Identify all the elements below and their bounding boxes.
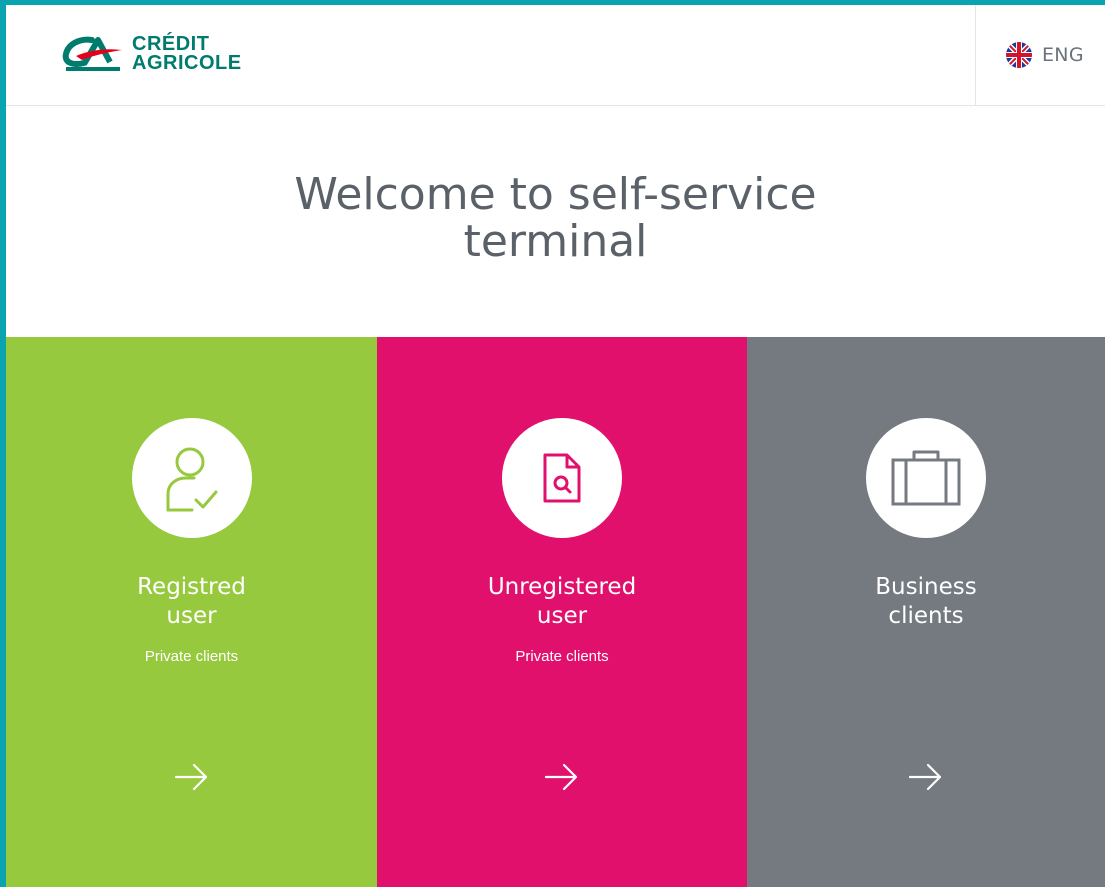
welcome-line-2: terminal bbox=[463, 216, 648, 267]
tile-icon-circle bbox=[131, 418, 252, 538]
arrow-right-icon bbox=[174, 763, 207, 791]
document-search-icon bbox=[543, 453, 581, 503]
tile-subtitle: Private clients bbox=[144, 648, 239, 665]
welcome-heading: Welcome to self-service terminal bbox=[6, 171, 1105, 265]
user-check-icon bbox=[166, 447, 217, 512]
tile-title-line-1: Registred bbox=[137, 574, 246, 600]
tile-title-line-2: user bbox=[166, 603, 217, 629]
language-label: ENG bbox=[1042, 44, 1084, 66]
ca-logo-icon bbox=[62, 36, 122, 71]
briefcase-icon bbox=[891, 450, 961, 506]
arrow-right-icon bbox=[544, 763, 578, 791]
uk-flag-icon bbox=[1006, 42, 1032, 68]
logo-line-2: AGRICOLE bbox=[132, 52, 242, 74]
tile-icon-circle bbox=[502, 418, 622, 538]
tile-title-line-1: Business bbox=[875, 574, 977, 600]
tile-title: Registred user bbox=[6, 573, 377, 631]
tile-title-line-1: Unregistered bbox=[487, 574, 637, 600]
tile-title: Unregistered user bbox=[377, 573, 747, 631]
client-type-tiles: Registred user Private clients Unregiste… bbox=[6, 337, 1105, 887]
language-selector[interactable]: ENG bbox=[975, 5, 1105, 105]
tile-registered-user[interactable]: Registred user Private clients bbox=[6, 337, 377, 887]
tile-icon-circle bbox=[866, 418, 986, 538]
tile-title-line-2: clients bbox=[888, 603, 964, 629]
header: CRÉDIT AGRICOLE ENG bbox=[6, 5, 1105, 106]
tile-unregistered-user[interactable]: Unregistered user Private clients bbox=[377, 337, 747, 887]
credit-agricole-logo: CRÉDIT AGRICOLE bbox=[62, 34, 242, 74]
arrow-right-icon bbox=[908, 763, 942, 791]
tile-business-clients[interactable]: Business clients bbox=[747, 337, 1105, 887]
tile-subtitle: Private clients bbox=[515, 648, 609, 665]
welcome-line-1: Welcome to self-service bbox=[294, 169, 817, 220]
tile-title: Business clients bbox=[747, 573, 1105, 631]
tile-title-line-2: user bbox=[536, 603, 588, 629]
logo-wordmark: CRÉDIT AGRICOLE bbox=[132, 34, 242, 74]
terminal-screen: CRÉDIT AGRICOLE ENG Welcome to self-serv… bbox=[0, 0, 1105, 887]
